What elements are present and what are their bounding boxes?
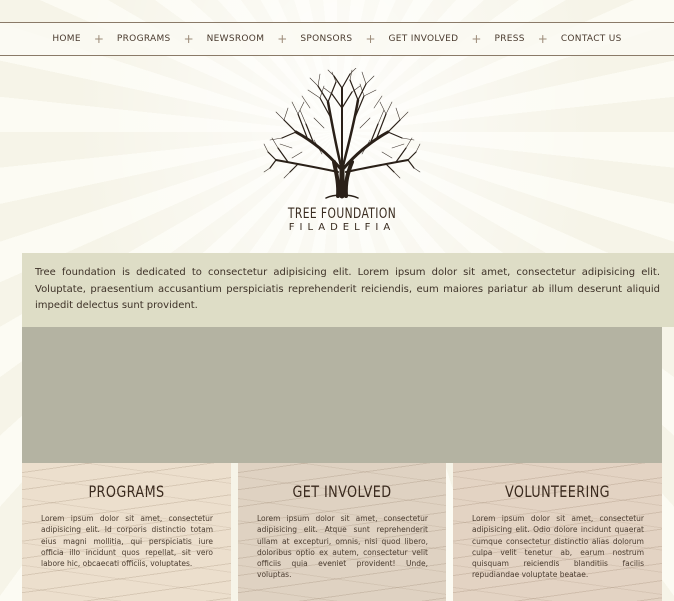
- main-nav: HOME + PROGRAMS + NEWSROOM + SPONSORS + …: [0, 22, 674, 56]
- card-body: Lorem ipsum dolor sit amet, consectetur …: [41, 514, 213, 569]
- intro-text: Tree foundation is dedicated to consecte…: [35, 267, 660, 311]
- card-body: Lorem ipsum dolor sit amet, consectetur …: [257, 514, 428, 580]
- brand-title: TREE FOUNDATION: [287, 206, 397, 222]
- nav-press[interactable]: PRESS: [494, 34, 524, 44]
- nav-separator: +: [365, 32, 376, 46]
- nav-separator: +: [537, 32, 548, 46]
- brand-subtitle: FILADELFIA: [288, 222, 396, 233]
- nav-separator: +: [183, 32, 194, 46]
- card-body: Lorem ipsum dolor sit amet, consectetur …: [472, 514, 644, 580]
- nav-newsroom[interactable]: NEWSROOM: [207, 34, 265, 44]
- nav-programs[interactable]: PROGRAMS: [117, 34, 171, 44]
- nav-sponsors[interactable]: SPONSORS: [300, 34, 352, 44]
- nav-separator: +: [471, 32, 482, 46]
- card-title[interactable]: VOLUNTEERING: [474, 482, 641, 501]
- nav-home[interactable]: HOME: [52, 34, 81, 44]
- card-get-involved[interactable]: GET INVOLVED Lorem ipsum dolor sit amet,…: [238, 463, 446, 601]
- image-slider[interactable]: [22, 327, 662, 463]
- nav-separator: +: [93, 32, 104, 46]
- card-title[interactable]: PROGRAMS: [43, 482, 210, 501]
- nav-contact-us[interactable]: CONTACT US: [561, 34, 622, 44]
- card-title[interactable]: GET INVOLVED: [259, 482, 425, 501]
- card-volunteering[interactable]: VOLUNTEERING Lorem ipsum dolor sit amet,…: [453, 463, 662, 601]
- intro-band: Tree foundation is dedicated to consecte…: [22, 253, 674, 327]
- nav-get-involved[interactable]: GET INVOLVED: [389, 34, 459, 44]
- nav-separator: +: [277, 32, 288, 46]
- card-programs[interactable]: PROGRAMS Lorem ipsum dolor sit amet, con…: [22, 463, 231, 601]
